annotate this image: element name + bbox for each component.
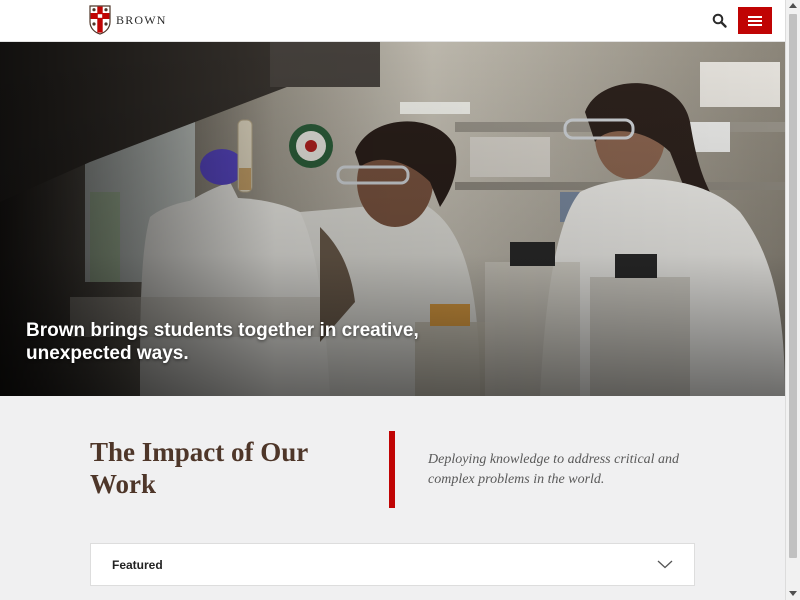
brown-logo[interactable]: BROWN (89, 5, 167, 35)
featured-label: Featured (112, 558, 163, 572)
chevron-down-icon (657, 560, 673, 569)
scroll-down-arrow-icon[interactable] (789, 591, 797, 596)
brand-name: BROWN (116, 12, 167, 27)
vertical-scrollbar[interactable] (785, 0, 800, 600)
featured-accordion-toggle[interactable]: Featured (90, 543, 695, 586)
menu-button[interactable] (738, 7, 772, 34)
hamburger-menu-icon (748, 16, 762, 18)
hero-caption: Brown brings students together in creati… (26, 320, 419, 364)
hero-banner: Brown brings students together in creati… (0, 42, 785, 396)
brown-shield-icon (89, 5, 111, 35)
scrollbar-thumb[interactable] (789, 14, 797, 558)
impact-description: Deploying knowledge to address critical … (428, 452, 680, 487)
site-header: BROWN (0, 0, 785, 42)
search-icon[interactable] (711, 12, 729, 30)
impact-heading: The Impact of Our Work (90, 437, 308, 499)
scroll-up-arrow-icon[interactable] (789, 3, 797, 8)
accent-divider (389, 431, 395, 508)
